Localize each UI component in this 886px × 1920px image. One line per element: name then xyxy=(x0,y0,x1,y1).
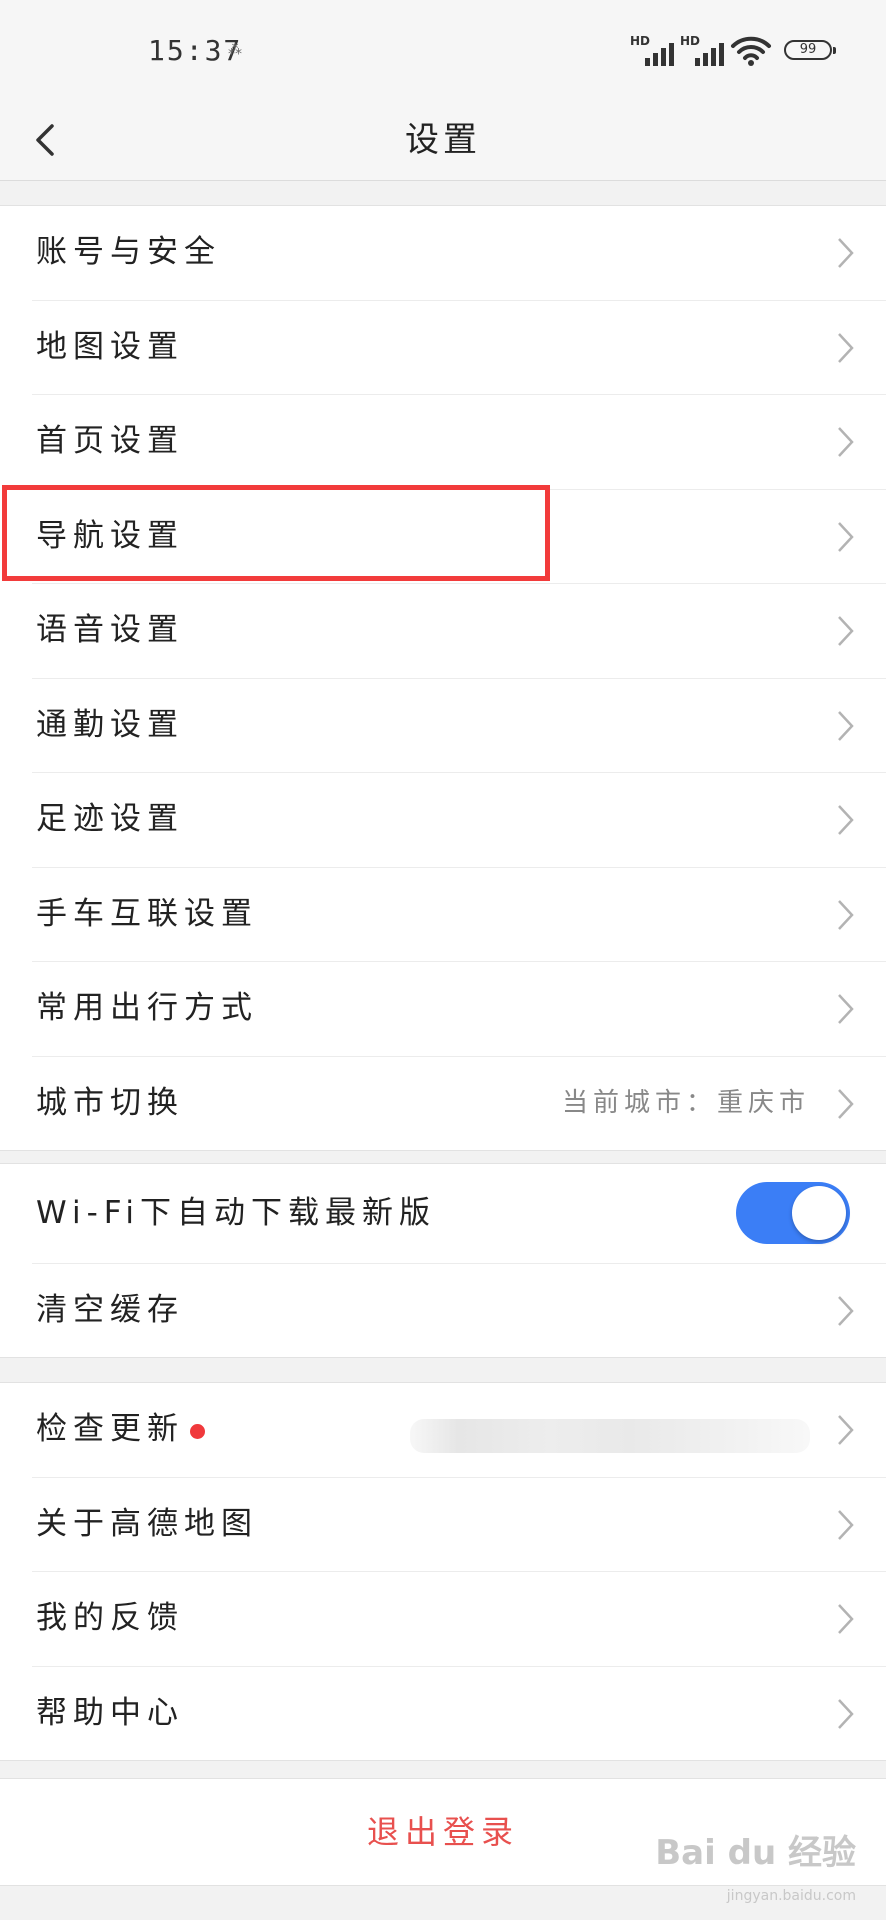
settings-item-label: 地图设置 xyxy=(36,328,184,365)
settings-group-storage: Wi-Fi下自动下载最新版 清空缓存 xyxy=(0,1163,886,1358)
chevron-right-icon xyxy=(838,899,854,930)
page-title: 设置 xyxy=(405,120,481,160)
battery-icon: 99 xyxy=(784,40,836,60)
settings-item-clear-cache[interactable]: 清空缓存 xyxy=(32,1264,886,1357)
settings-item-label: 清空缓存 xyxy=(36,1292,184,1328)
settings-group-about: 检查更新 关于高德地图 我的反馈 帮助中心 xyxy=(0,1382,886,1761)
nav-header: 设置 xyxy=(0,100,886,181)
settings-item-label: 账号与安全 xyxy=(36,234,221,270)
settings-item-label: 关于高德地图 xyxy=(36,1505,258,1542)
settings-item-home[interactable]: 首页设置 xyxy=(32,395,886,490)
version-info-blurred xyxy=(410,1419,810,1453)
baidu-watermark: Bai du 经验 xyxy=(655,1833,856,1873)
chevron-right-icon xyxy=(838,521,854,552)
settings-item-travel-mode[interactable]: 常用出行方式 xyxy=(32,962,886,1057)
baidu-watermark-url: jingyan.baidu.com xyxy=(726,1888,856,1904)
settings-item-label: 常用出行方式 xyxy=(36,990,258,1026)
settings-item-label: 手车互联设置 xyxy=(36,895,258,932)
notification-icon: ⁂ xyxy=(228,42,242,58)
wifi-icon xyxy=(731,36,771,66)
settings-item-label: 检查更新 xyxy=(36,1411,184,1447)
settings-item-label: 我的反馈 xyxy=(36,1600,184,1636)
chevron-right-icon xyxy=(838,1509,854,1540)
settings-item-label: 导航设置 xyxy=(36,517,184,554)
settings-item-account-security[interactable]: 账号与安全 xyxy=(32,206,886,301)
settings-group-main: 账号与安全 地图设置 首页设置 导航设置 语音设置 通勤设置 足迹设置 手车互联… xyxy=(0,205,886,1151)
settings-item-label: 语音设置 xyxy=(36,612,184,648)
settings-item-label: Wi-Fi下自动下载最新版 xyxy=(36,1195,436,1231)
chevron-right-icon xyxy=(838,1088,854,1119)
chevron-right-icon xyxy=(838,427,854,457)
chevron-right-icon xyxy=(838,1296,854,1326)
toggle-knob xyxy=(792,1186,846,1240)
settings-item-footprint[interactable]: 足迹设置 xyxy=(32,773,886,868)
settings-item-label: 通勤设置 xyxy=(36,706,184,743)
signal-icon: HD xyxy=(630,34,674,66)
chevron-right-icon xyxy=(838,994,854,1024)
update-badge xyxy=(190,1424,205,1439)
settings-item-label: 足迹设置 xyxy=(36,801,184,837)
wifi-auto-download-toggle[interactable] xyxy=(736,1182,850,1244)
settings-item-voice[interactable]: 语音设置 xyxy=(32,584,886,679)
chevron-right-icon xyxy=(838,805,854,835)
chevron-right-icon xyxy=(838,1698,854,1729)
chevron-right-icon xyxy=(838,1415,854,1445)
signal-icon-2: HD xyxy=(680,34,724,66)
settings-item-wifi-auto-download: Wi-Fi下自动下载最新版 xyxy=(32,1164,886,1264)
settings-item-feedback[interactable]: 我的反馈 xyxy=(32,1572,886,1667)
chevron-right-icon xyxy=(838,616,854,646)
current-city-value: 当前城市：重庆市 xyxy=(561,1087,810,1118)
chevron-right-icon xyxy=(838,238,854,268)
settings-item-navigation[interactable]: 导航设置 xyxy=(32,490,886,584)
settings-item-about-amap[interactable]: 关于高德地图 xyxy=(32,1478,886,1572)
settings-item-help-center[interactable]: 帮助中心 xyxy=(32,1667,886,1761)
chevron-right-icon xyxy=(838,332,854,363)
settings-item-label: 城市切换 xyxy=(36,1084,184,1121)
settings-item-city-switch[interactable]: 城市切换 当前城市：重庆市 xyxy=(32,1057,886,1151)
chevron-right-icon xyxy=(838,1604,854,1634)
settings-item-phone-car-link[interactable]: 手车互联设置 xyxy=(32,868,886,962)
status-bar: 15:37 ⁂ HD HD 99 xyxy=(0,0,886,100)
chevron-right-icon xyxy=(838,710,854,741)
settings-item-map[interactable]: 地图设置 xyxy=(32,301,886,395)
settings-item-check-update[interactable]: 检查更新 xyxy=(32,1383,886,1478)
settings-item-label: 首页设置 xyxy=(36,423,184,459)
settings-item-commute[interactable]: 通勤设置 xyxy=(32,679,886,773)
back-arrow-icon[interactable] xyxy=(28,122,64,158)
settings-item-label: 帮助中心 xyxy=(36,1694,184,1731)
